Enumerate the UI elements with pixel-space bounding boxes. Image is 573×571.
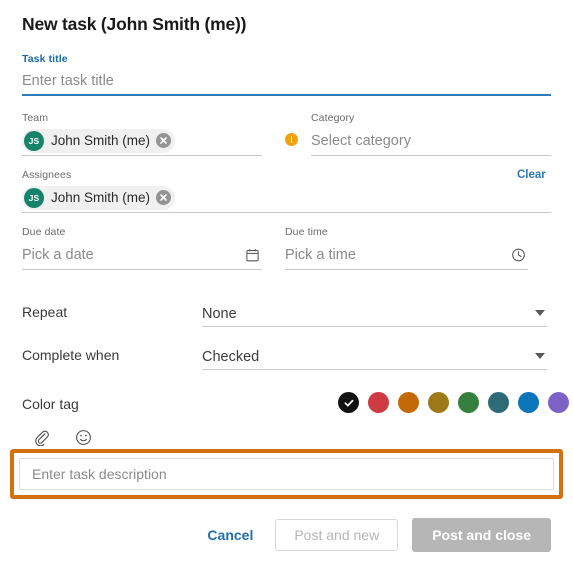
avatar: JS: [24, 130, 44, 151]
complete-when-select[interactable]: Checked: [202, 344, 547, 370]
due-date-placeholder: Pick a date: [22, 246, 94, 263]
chevron-down-icon[interactable]: [535, 353, 545, 359]
close-icon[interactable]: [156, 190, 172, 205]
task-title-placeholder: Enter task title: [22, 73, 114, 89]
color-tag-swatches: [338, 392, 569, 413]
cancel-button[interactable]: Cancel: [199, 521, 261, 549]
team-chip[interactable]: JS John Smith (me): [22, 128, 176, 153]
editor-toolbar: [30, 426, 94, 448]
team-chip-label: John Smith (me): [51, 133, 151, 148]
paperclip-icon[interactable]: [30, 426, 52, 448]
category-input[interactable]: Select category: [311, 126, 551, 156]
due-time-placeholder: Pick a time: [285, 246, 356, 263]
chevron-down-icon[interactable]: [535, 310, 545, 316]
team-label: Team: [22, 112, 49, 124]
post-and-new-button[interactable]: Post and new: [275, 519, 399, 551]
task-title-input[interactable]: Enter task title: [22, 68, 551, 96]
avatar: JS: [24, 187, 44, 208]
due-time-label: Due time: [285, 226, 328, 238]
check-icon: [344, 399, 353, 406]
color-swatch-green[interactable]: [458, 392, 479, 413]
color-swatch-gold[interactable]: [428, 392, 449, 413]
task-description-placeholder: Enter task description: [32, 466, 167, 482]
task-title-label: Task title: [22, 53, 68, 65]
due-date-label: Due date: [22, 226, 66, 238]
due-time-field: Due time Pick a time: [285, 226, 528, 270]
color-swatch-orange[interactable]: [398, 392, 419, 413]
repeat-value: None: [202, 305, 237, 322]
assignee-chip[interactable]: JS John Smith (me): [22, 185, 176, 210]
due-date-input[interactable]: Pick a date: [22, 240, 262, 270]
page-title: New task (John Smith (me)): [22, 14, 247, 34]
repeat-row: Repeat None: [22, 301, 547, 327]
team-field: Team JS John Smith (me): [22, 112, 262, 156]
complete-when-value: Checked: [202, 348, 260, 365]
warning-icon: [285, 133, 298, 146]
category-label: Category: [311, 112, 355, 124]
dialog-footer: Cancel Post and new Post and close: [0, 518, 573, 552]
assignee-chip-label: John Smith (me): [51, 190, 151, 205]
category-field: Category Select category: [311, 112, 551, 156]
color-swatch-blue[interactable]: [518, 392, 539, 413]
close-icon[interactable]: [156, 133, 172, 148]
task-title-field: Task title Enter task title: [22, 53, 551, 96]
complete-when-row: Complete when Checked: [22, 344, 547, 370]
assignees-field: Assignees JS John Smith (me): [22, 169, 551, 213]
category-placeholder: Select category: [311, 132, 411, 149]
color-swatch-red[interactable]: [368, 392, 389, 413]
team-chip-row[interactable]: JS John Smith (me): [22, 126, 262, 156]
color-swatch-black[interactable]: [338, 392, 359, 413]
repeat-select[interactable]: None: [202, 301, 547, 327]
new-task-dialog: New task (John Smith (me)) Task title En…: [0, 0, 573, 571]
task-description-input[interactable]: Enter task description: [19, 458, 554, 490]
due-time-input[interactable]: Pick a time: [285, 240, 528, 270]
due-date-field: Due date Pick a date: [22, 226, 262, 270]
repeat-label: Repeat: [22, 304, 68, 320]
color-tag-label: Color tag: [22, 396, 79, 412]
assignees-label: Assignees: [22, 169, 72, 181]
clear-assignees-button[interactable]: Clear: [517, 169, 546, 181]
color-swatch-teal[interactable]: [488, 392, 509, 413]
calendar-icon[interactable]: [245, 247, 260, 262]
assignees-chip-row[interactable]: JS John Smith (me): [22, 183, 551, 213]
post-and-close-button[interactable]: Post and close: [412, 518, 551, 552]
smiley-icon[interactable]: [72, 426, 94, 448]
clock-icon[interactable]: [511, 247, 526, 262]
complete-when-label: Complete when: [22, 347, 120, 363]
color-swatch-purple[interactable]: [548, 392, 569, 413]
